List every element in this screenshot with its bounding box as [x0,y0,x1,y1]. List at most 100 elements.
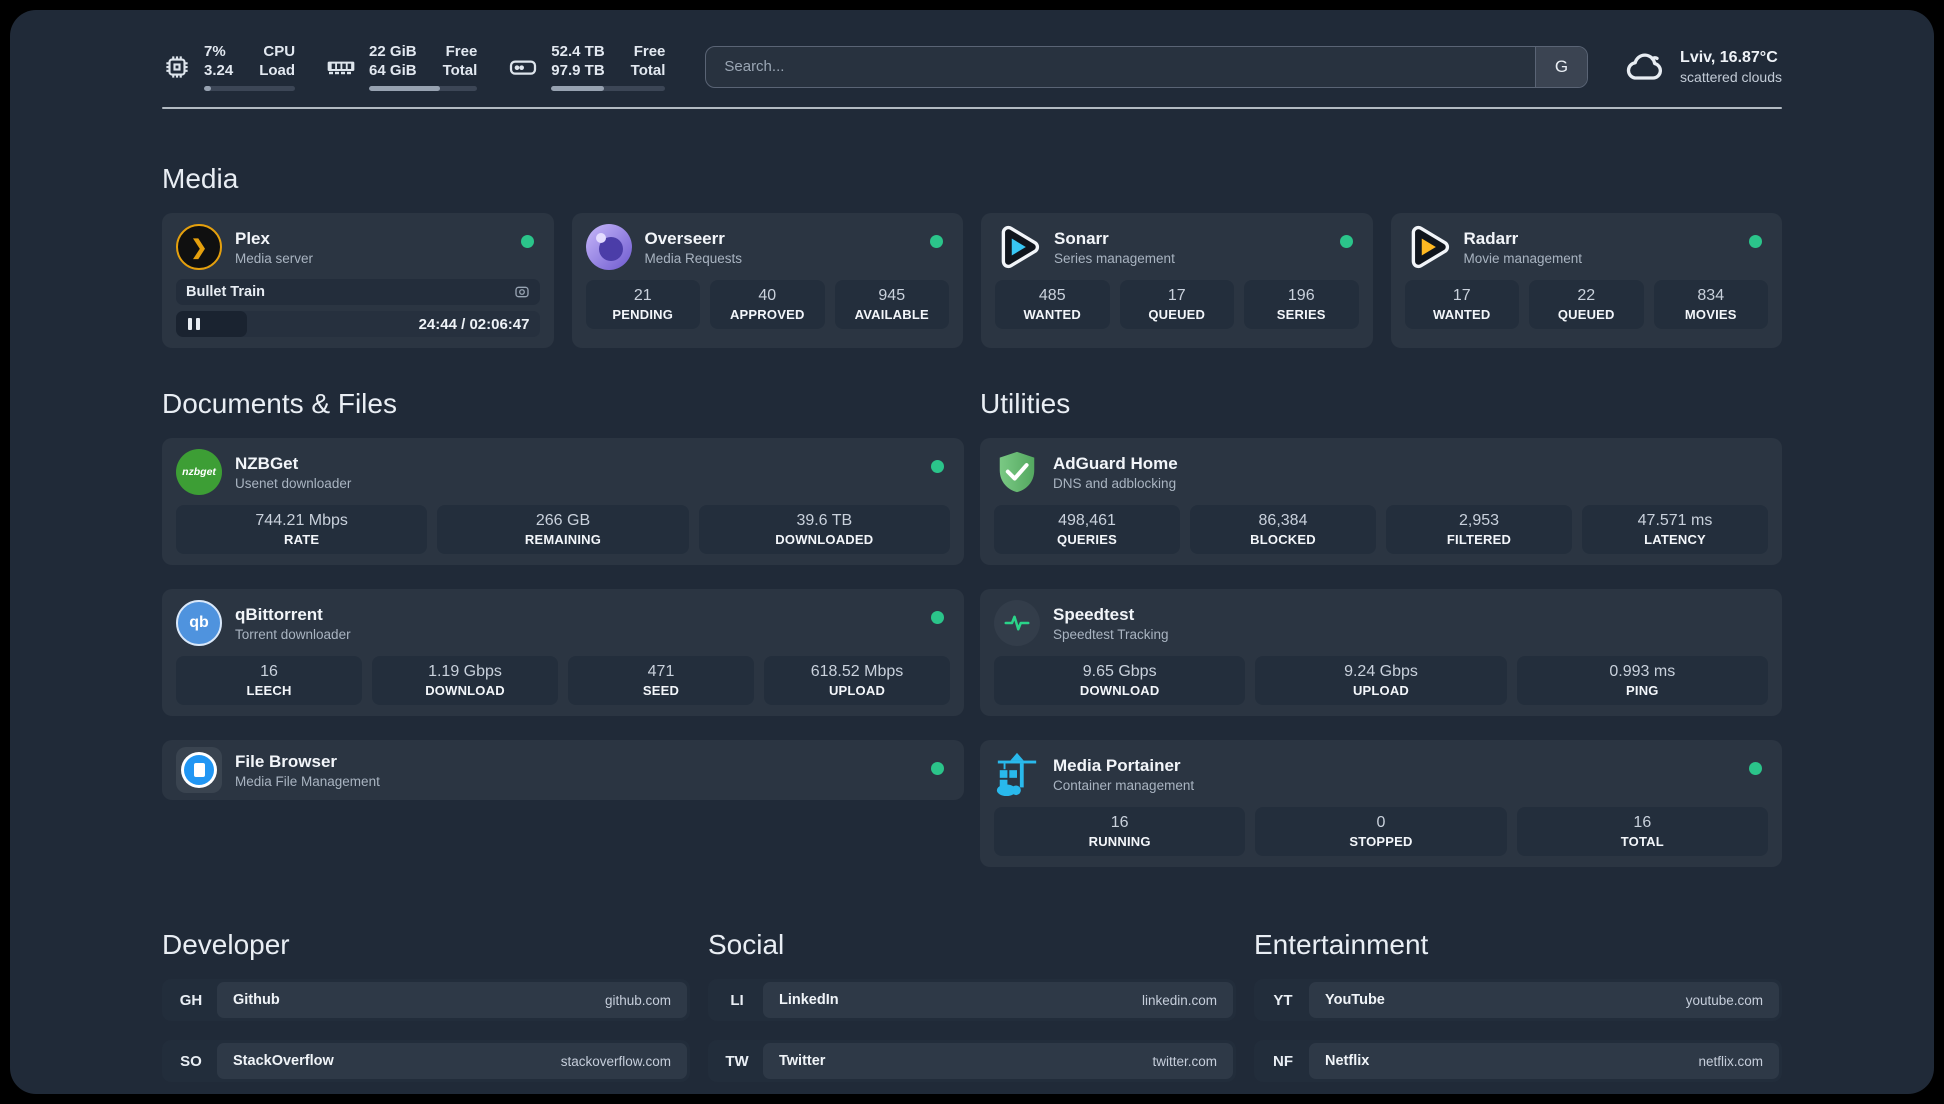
cpu-usage-value: 7% [204,43,226,60]
portainer-icon [994,751,1040,797]
cloud-icon [1626,52,1663,80]
qbittorrent-description: Torrent downloader [235,626,351,642]
disk-total-value: 97.9 TB [551,62,605,79]
filebrowser-app-link[interactable]: File Browser Media File Management [176,747,950,793]
plex-app-link[interactable]: ❯ Plex Media server [176,224,540,270]
radarr-stat-queued: 22 QUEUED [1529,280,1644,329]
memory-free-value: 22 GiB [369,43,417,60]
search-bar: G [705,45,1589,88]
cpu-label-top: CPU [263,43,296,60]
adguard-app-link[interactable]: AdGuard Home DNS and adblocking [994,449,1768,495]
link-github[interactable]: GH Github github.com [162,979,690,1021]
radarr-card: Radarr Movie management 17 WANTED 22 QUEUE… [1390,213,1782,348]
overseerr-description: Media Requests [644,250,743,266]
plex-icon: ❯ [176,224,222,270]
filebrowser-card: File Browser Media File Management [162,740,964,800]
sonarr-status-dot [1339,235,1353,248]
header-bar: 7% 3.24 CPU Load 22 GiB 64 GiB Free Total [162,10,1782,91]
adguard-stat-latency: 47.571 ms LATENCY [1582,505,1768,554]
sonarr-app-link[interactable]: Sonarr Series management [995,224,1359,270]
section-title-utilities: Utilities [980,388,1071,419]
search-input[interactable] [706,46,1536,87]
speedtest-app-link[interactable]: Speedtest Speedtest Tracking [994,600,1768,646]
adguard-stat-filtered: 2,953 FILTERED [1386,505,1572,554]
link-linkedin-url: linkedin.com [1141,992,1217,1008]
link-stackoverflow[interactable]: SO StackOverflow stackoverflow.com [162,1040,690,1082]
search-provider-button[interactable]: G [1535,46,1588,87]
portainer-status-dot [1749,762,1762,775]
radarr-icon [1405,224,1451,270]
link-twitter-name: Twitter [779,1053,826,1069]
overseerr-stat-approved: 40 APPROVED [710,280,825,329]
filebrowser-name: File Browser [235,751,338,771]
link-youtube[interactable]: YT YouTube youtube.com [1254,979,1782,1021]
link-netflix-abbr: NF [1273,1052,1293,1070]
now-playing-progress: 24:44 / 02:06:47 [176,311,540,337]
link-twitter[interactable]: TW Twitter twitter.com [708,1040,1236,1082]
nzbget-stat-remaining: 266 GB REMAINING [437,505,689,554]
weather-location: Lviv, 16.87°C [1680,48,1778,66]
speedtest-stat-download: 9.65 Gbps DOWNLOAD [994,656,1246,705]
cpu-load-value: 3.24 [204,62,234,79]
link-linkedin[interactable]: LI LinkedIn linkedin.com [708,979,1236,1021]
link-github-url: github.com [604,992,671,1008]
link-stackoverflow-name: StackOverflow [233,1053,334,1069]
qbittorrent-app-link[interactable]: qb qBittorrent Torrent downloader [176,600,950,646]
now-playing-time: 24:44 / 02:06:47 [418,315,530,333]
filebrowser-status-dot [931,762,944,775]
pause-button[interactable] [188,318,200,330]
memory-metric: 22 GiB 64 GiB Free Total [325,42,478,91]
nzbget-stat-rate: 744.21 Mbps RATE [176,505,428,554]
link-stackoverflow-abbr: SO [180,1052,202,1070]
cpu-metric: 7% 3.24 CPU Load [162,42,296,91]
cpu-icon [166,55,188,78]
nzbget-app-link[interactable]: nzbget NZBGet Usenet downloader [176,449,950,495]
radarr-app-link[interactable]: Radarr Movie management [1405,224,1769,270]
overseerr-app-link[interactable]: Overseerr Media Requests [585,224,950,270]
video-icon [514,286,529,298]
link-youtube-abbr: YT [1273,991,1293,1009]
portainer-stat-stopped: 0 STOPPED [1255,807,1507,856]
section-title-developer: Developer [162,929,290,960]
sonarr-description: Series management [1054,250,1175,266]
dashboard: 7% 3.24 CPU Load 22 GiB 64 GiB Free Total [10,10,1934,1094]
overseerr-icon [585,224,632,270]
section-title-social: Social [708,929,785,960]
speedtest-stat-ping: 0.993 ms PING [1516,656,1768,705]
nzbget-icon: nzbget [176,449,222,495]
adguard-description: DNS and adblocking [1053,475,1177,491]
overseerr-card: Overseerr Media Requests 21 PENDING 40 APP… [571,213,963,348]
cpu-label-bottom: Load [259,62,296,79]
memory-label-top: Free [445,43,478,60]
qbittorrent-name: qBittorrent [235,604,323,624]
portainer-name: Media Portainer [1053,755,1181,775]
qbittorrent-card: qb qBittorrent Torrent downloader 16 LEEC… [162,589,964,716]
nzbget-name: NZBGet [235,453,299,473]
portainer-app-link[interactable]: Media Portainer Container management [994,751,1768,797]
cpu-progress-bar [204,86,296,91]
speedtest-name: Speedtest [1053,604,1135,624]
nzbget-card: nzbget NZBGet Usenet downloader 744.21 M… [162,438,964,565]
sonarr-icon [995,224,1041,270]
disk-progress-bar [551,86,666,91]
disk-label-bottom: Total [630,62,666,79]
adguard-name: AdGuard Home [1053,453,1178,473]
adguard-icon [994,449,1040,495]
now-playing-title: Bullet Train [186,284,265,300]
memory-progress-bar [369,86,478,91]
overseerr-status-dot [930,235,943,248]
system-metrics: 7% 3.24 CPU Load 22 GiB 64 GiB Free Total [162,42,666,91]
qbittorrent-stat-download: 1.19 Gbps DOWNLOAD [372,656,558,705]
overseerr-stat-pending: 21 PENDING [585,280,700,329]
memory-icon [327,61,355,74]
link-linkedin-abbr: LI [730,991,744,1009]
weather-condition: scattered clouds [1680,68,1782,85]
adguard-card: AdGuard Home DNS and adblocking 498,461 Q… [980,438,1782,565]
plex-status-dot [520,235,534,248]
link-netflix[interactable]: NF Netflix netflix.com [1254,1040,1782,1082]
nzbget-status-dot [931,460,944,473]
speedtest-card: Speedtest Speedtest Tracking 9.65 Gbps DO… [980,589,1782,716]
link-netflix-url: netflix.com [1698,1053,1763,1069]
link-github-name: Github [233,992,280,1008]
sonarr-card: Sonarr Series management 485 WANTED 17 QUE… [981,213,1373,348]
